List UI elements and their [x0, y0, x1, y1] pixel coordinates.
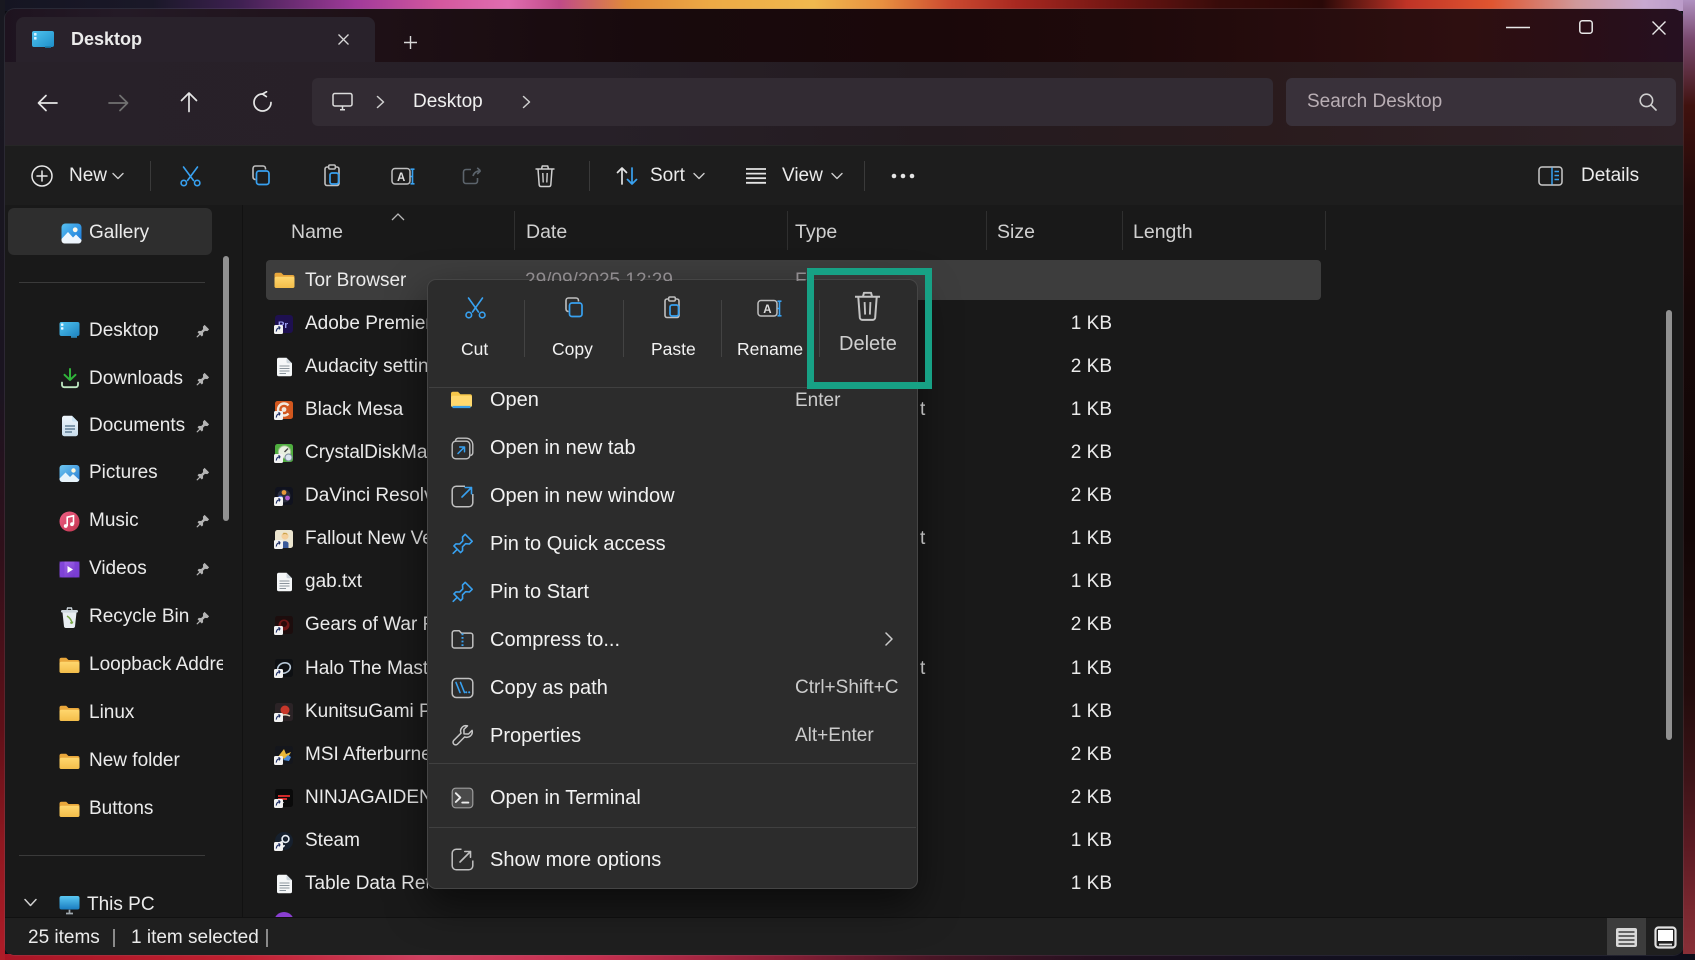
svg-text:A: A [397, 172, 405, 184]
svg-text:A: A [763, 304, 771, 316]
